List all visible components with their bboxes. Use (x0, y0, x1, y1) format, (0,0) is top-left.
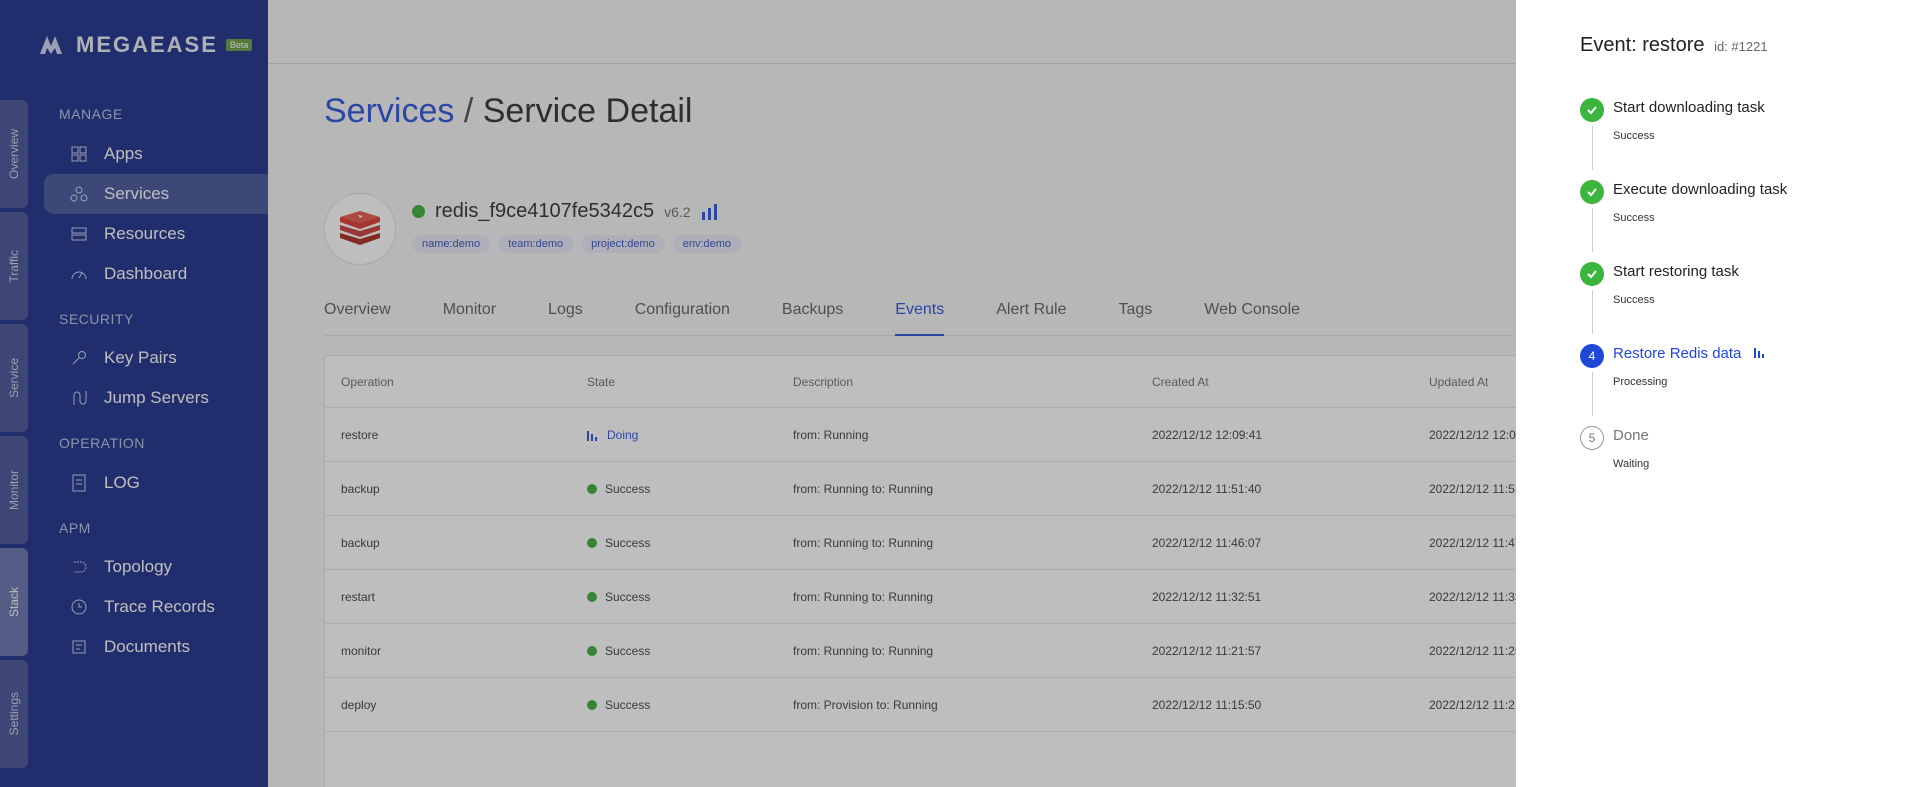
drawer-title: Event: restore id: #1221 (1580, 34, 1768, 57)
drawer-title-text: Event: restore (1580, 34, 1705, 56)
check-icon (1580, 180, 1604, 204)
step-title: Start downloading task (1613, 99, 1765, 116)
step-status: Success (1613, 130, 1655, 142)
step-status: Processing (1613, 376, 1668, 388)
step-status: Success (1613, 294, 1655, 306)
processing-bars-icon (1753, 348, 1764, 358)
step-connector (1592, 208, 1593, 252)
check-icon (1580, 98, 1604, 122)
step-title: Start restoring task (1613, 263, 1739, 280)
modal-backdrop[interactable] (0, 0, 1516, 787)
check-icon (1580, 262, 1604, 286)
step-title-text: Restore Redis data (1613, 345, 1742, 362)
step-status: Waiting (1613, 458, 1650, 470)
step-title: Restore Redis data (1613, 345, 1766, 362)
event-drawer: Event: restore id: #1221 Start downloadi… (1516, 0, 1915, 787)
step-connector (1592, 372, 1593, 416)
step-title: Done (1613, 427, 1649, 444)
event-id: id: #1221 (1714, 39, 1768, 54)
step-connector (1592, 126, 1593, 170)
step-connector (1592, 290, 1593, 334)
step-status: Success (1613, 212, 1655, 224)
step-number-icon: 5 (1580, 426, 1604, 450)
step-title: Execute downloading task (1613, 181, 1788, 198)
step-number-icon: 4 (1580, 344, 1604, 368)
